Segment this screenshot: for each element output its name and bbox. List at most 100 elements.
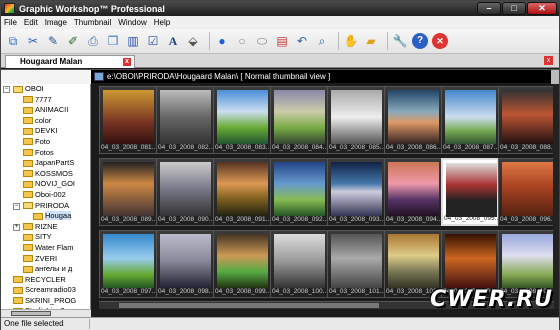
menu-help[interactable]: Help (154, 18, 170, 27)
expand-icon[interactable]: + (13, 223, 20, 231)
thumbnail-caption: 04_03_2008_085... (329, 144, 384, 151)
tree-item[interactable]: DEVKI (1, 126, 90, 137)
thumbnail-image (103, 162, 154, 216)
tree-item[interactable]: NOVIJ_GOI (1, 179, 90, 190)
tree-item[interactable]: Oboi-002 (1, 190, 90, 201)
tree-item[interactable]: − PRIRODA (1, 201, 90, 212)
folder-icon (13, 276, 23, 284)
tree-item-label: RIZNE (35, 221, 58, 231)
tree-item-label: ZVERI (35, 253, 58, 263)
stop-icon[interactable]: ✕ (432, 33, 448, 49)
title-bar[interactable]: Graphic Workshop™ Professional – □ ✕ (1, 1, 559, 16)
tree-item[interactable]: ZVERI (1, 254, 90, 265)
tree-item[interactable]: Screamradio03 (1, 285, 90, 296)
thumbnail[interactable]: 04_03_2008_098... (156, 230, 214, 298)
tree-item[interactable]: ангелы и д (1, 264, 90, 275)
thumbnail-caption: 04_03_2008_086... (386, 144, 441, 151)
menu-edit[interactable]: Edit (24, 18, 38, 27)
thumbnail[interactable]: 04_03_2008_085... (327, 86, 385, 154)
brush-icon[interactable]: ✐ (65, 33, 81, 49)
thumbnail[interactable]: 04_03_2008_089... (99, 158, 157, 226)
wrench-icon[interactable]: 🔧 (392, 33, 408, 49)
tree-item[interactable]: KOSSMOS (1, 169, 90, 180)
tree-item[interactable]: Foto (1, 137, 90, 148)
tree-item[interactable]: ANIMACII (1, 105, 90, 116)
tree-item[interactable]: + RIZNE (1, 222, 90, 233)
thumbnail[interactable]: 04_03_2008_097... (99, 230, 157, 298)
folder-tree[interactable]: − OBOI 7777 ANIMACII color DEVKI Foto Fotos Japa… (1, 84, 91, 309)
tree-item[interactable]: Fotos (1, 148, 90, 159)
tree-item[interactable]: SITY (1, 232, 90, 243)
folder-open-icon[interactable]: ▰ (363, 33, 379, 49)
checklist-icon[interactable]: ☑ (145, 33, 161, 49)
pencil-icon[interactable]: ✎ (45, 33, 61, 49)
scroll-thumb[interactable] (119, 303, 379, 308)
thumbnail[interactable]: 04_03_2008_095... (441, 158, 499, 226)
export-icon[interactable]: ▤ (274, 33, 290, 49)
layers-icon[interactable]: ⬭ (254, 33, 270, 49)
thumbnail[interactable]: 04_03_2008_083... (213, 86, 271, 154)
collapse-icon[interactable]: − (13, 202, 20, 210)
text-icon[interactable]: A (165, 33, 181, 49)
help-icon[interactable]: ? (412, 33, 428, 49)
sphere-grey-icon[interactable]: ○ (234, 33, 250, 49)
tree-item[interactable]: RECYCLER (1, 275, 90, 286)
tree-item[interactable]: SKRINI_PROG (1, 296, 90, 307)
tree-item-label: JapanPartS (35, 158, 75, 168)
thumbnail[interactable]: 04_03_2008_084... (270, 86, 328, 154)
thumbnail[interactable]: 04_03_2008_096... (498, 158, 556, 226)
thumbnail[interactable]: 04_03_2008_093... (327, 158, 385, 226)
menu-file[interactable]: File (4, 18, 17, 27)
sphere-blue-icon[interactable]: ● (214, 33, 230, 49)
thumbnail[interactable]: 04_03_2008_088... (498, 86, 556, 154)
thumbnail-image (502, 90, 553, 144)
thumbnail[interactable]: 04_03_2008_090... (156, 158, 214, 226)
cut-icon[interactable]: ✂ (25, 33, 41, 49)
scroll-thumb[interactable] (11, 311, 51, 316)
tree-item[interactable]: − OBOI (1, 84, 90, 95)
thumbnail-caption: 04_03_2008_100... (272, 288, 327, 295)
thumbnail-caption: 04_03_2008_083... (215, 144, 270, 151)
close-panel-icon[interactable]: x (544, 56, 553, 65)
tree-header (1, 69, 91, 84)
thumbnail[interactable]: 04_03_2008_100... (270, 230, 328, 298)
thumbnail[interactable]: 04_03_2008_082... (156, 86, 214, 154)
menu-thumbnail[interactable]: Thumbnail (74, 18, 111, 27)
thumbnail[interactable]: 04_03_2008_092... (270, 158, 328, 226)
thumbnail[interactable]: 04_03_2008_101... (327, 230, 385, 298)
columns-icon[interactable]: ▥ (125, 33, 141, 49)
tree-item[interactable]: JapanPartS (1, 158, 90, 169)
duplicate-icon[interactable]: ❐ (105, 33, 121, 49)
tab-close-icon[interactable]: x (123, 58, 131, 66)
paint-icon[interactable]: ⬙ (185, 33, 201, 49)
tree-horizontal-scrollbar[interactable] (1, 309, 91, 317)
maximize-button[interactable]: □ (502, 2, 526, 15)
close-button[interactable]: ✕ (527, 2, 557, 15)
thumbnail[interactable]: 04_03_2008_087... (441, 86, 499, 154)
copy-icon[interactable]: ⧉ (5, 33, 21, 49)
vertical-scrollbar[interactable] (553, 84, 559, 309)
thumbnail[interactable]: 04_03_2008_081... (99, 86, 157, 154)
undo-icon[interactable]: ↶ (294, 33, 310, 49)
zoom-icon[interactable]: ⌕ (314, 33, 330, 49)
thumbnail-image (103, 90, 154, 144)
thumbnail[interactable]: 04_03_2008_099... (213, 230, 271, 298)
tree-item[interactable]: color (1, 116, 90, 127)
menu-window[interactable]: Window (118, 18, 146, 27)
thumbnail-caption: 04_03_2008_087... (443, 144, 498, 151)
print-icon[interactable]: ⎙ (85, 33, 101, 49)
window-title: Graphic Workshop™ Professional (19, 3, 165, 14)
tab-hougaard-malan[interactable]: Hougaard Malan x (5, 55, 135, 68)
hand-icon[interactable]: ✋ (343, 33, 359, 49)
collapse-icon[interactable]: − (3, 86, 10, 93)
tree-item[interactable]: 7777 (1, 95, 90, 106)
menu-image[interactable]: Image (45, 18, 67, 27)
tree-item-label: ANIMACII (35, 105, 69, 115)
tree-item[interactable]: Water Flam (1, 243, 90, 254)
tree-item[interactable]: Hougaa (1, 211, 90, 222)
thumbnail[interactable]: 04_03_2008_094... (384, 158, 442, 226)
thumbnail[interactable]: 04_03_2008_091... (213, 158, 271, 226)
thumbnail[interactable]: 04_03_2008_086... (384, 86, 442, 154)
folder-view-icon (94, 72, 104, 81)
minimize-button[interactable]: – (477, 2, 501, 15)
